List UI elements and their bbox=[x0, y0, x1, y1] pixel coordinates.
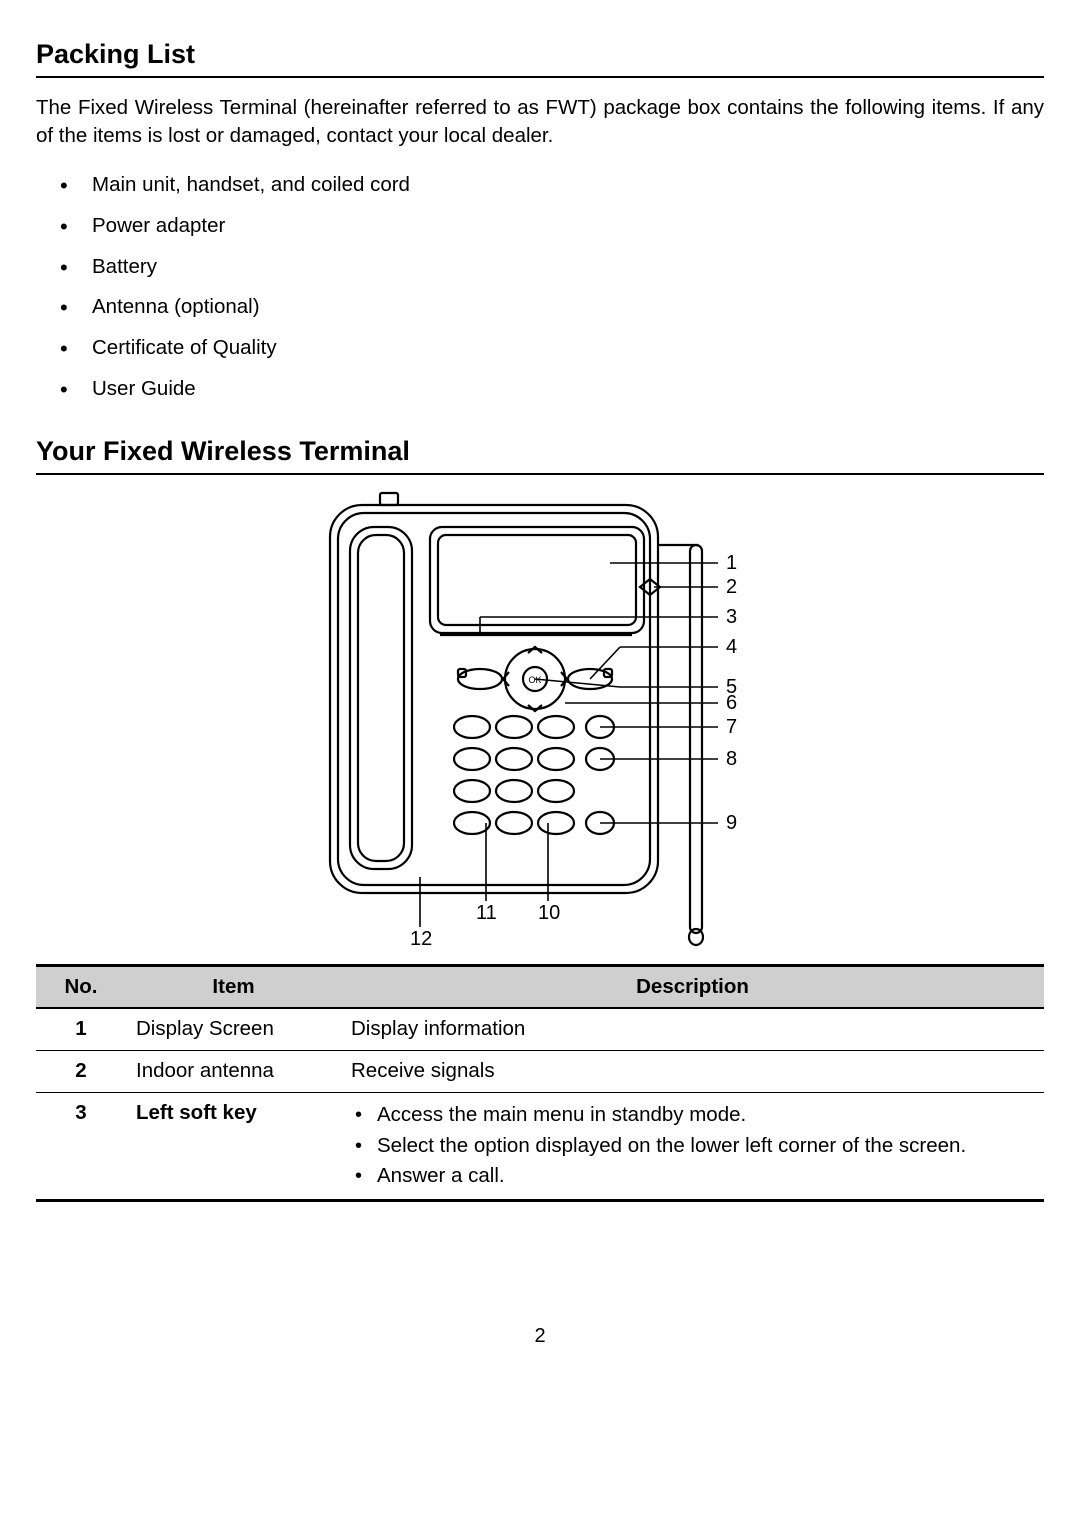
cell-desc: Access the main menu in standby mode. Se… bbox=[341, 1092, 1044, 1200]
callout-10: 10 bbox=[538, 902, 560, 924]
callout-12: 12 bbox=[410, 928, 432, 947]
callout-1: 1 bbox=[726, 552, 737, 574]
table-row: 1 Display Screen Display information bbox=[36, 1008, 1044, 1050]
th-item: Item bbox=[126, 965, 341, 1008]
callout-4: 4 bbox=[726, 636, 737, 658]
list-item: Main unit, handset, and coiled cord bbox=[60, 165, 1044, 206]
callout-11: 11 bbox=[476, 902, 497, 924]
callout-3: 3 bbox=[726, 606, 737, 628]
cell-desc: Display information bbox=[341, 1008, 1044, 1050]
cell-item: Left soft key bbox=[126, 1092, 341, 1200]
page-number: 2 bbox=[36, 1322, 1044, 1350]
callout-6: 6 bbox=[726, 692, 737, 714]
section-title-terminal: Your Fixed Wireless Terminal bbox=[36, 433, 1044, 475]
desc-bullet: Select the option displayed on the lower… bbox=[355, 1132, 1034, 1161]
desc-bullet: Access the main menu in standby mode. bbox=[355, 1101, 1034, 1130]
cell-item: Display Screen bbox=[126, 1008, 341, 1050]
list-item: Power adapter bbox=[60, 206, 1044, 247]
table-row: 2 Indoor antenna Receive signals bbox=[36, 1051, 1044, 1093]
th-no: No. bbox=[36, 965, 126, 1008]
cell-item: Indoor antenna bbox=[126, 1051, 341, 1093]
table-row: 3 Left soft key Access the main menu in … bbox=[36, 1092, 1044, 1200]
list-item: Antenna (optional) bbox=[60, 287, 1044, 328]
cell-desc: Receive signals bbox=[341, 1051, 1044, 1093]
parts-table: No. Item Description 1 Display Screen Di… bbox=[36, 964, 1044, 1202]
callout-9: 9 bbox=[726, 812, 737, 834]
packing-intro: The Fixed Wireless Terminal (hereinafter… bbox=[36, 94, 1044, 151]
list-item: Battery bbox=[60, 247, 1044, 288]
cell-no: 3 bbox=[36, 1092, 126, 1200]
th-desc: Description bbox=[341, 965, 1044, 1008]
callout-8: 8 bbox=[726, 748, 737, 770]
packing-list: Main unit, handset, and coiled cord Powe… bbox=[36, 165, 1044, 409]
desc-bullet: Answer a call. bbox=[355, 1162, 1034, 1191]
cell-no: 1 bbox=[36, 1008, 126, 1050]
list-item: User Guide bbox=[60, 369, 1044, 410]
list-item: Certificate of Quality bbox=[60, 328, 1044, 369]
terminal-diagram-svg: OK bbox=[310, 487, 770, 947]
cell-no: 2 bbox=[36, 1051, 126, 1093]
section-title-packing: Packing List bbox=[36, 36, 1044, 78]
callout-7: 7 bbox=[726, 716, 737, 738]
terminal-diagram: OK bbox=[36, 487, 1044, 956]
callout-2: 2 bbox=[726, 576, 737, 598]
